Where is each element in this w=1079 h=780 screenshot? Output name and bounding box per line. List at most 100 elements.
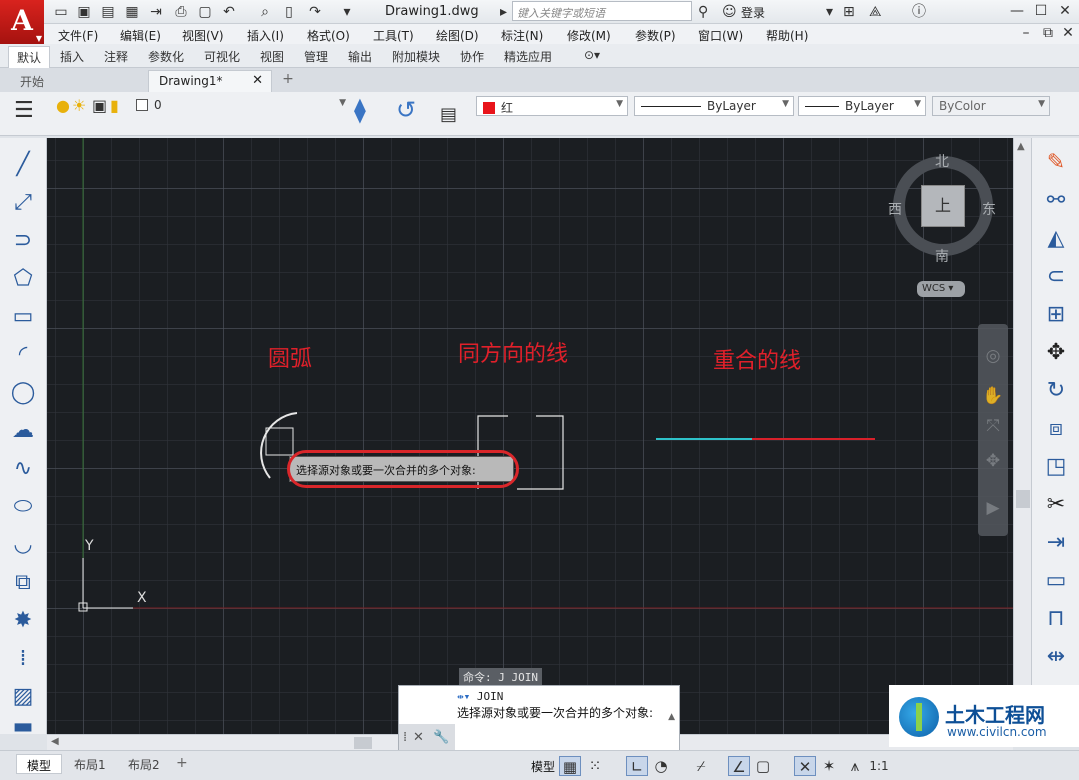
break-at-point-icon[interactable]: ▭: [1038, 564, 1074, 598]
ortho-icon[interactable]: ∟: [626, 756, 648, 776]
minimize-button[interactable]: —: [1006, 2, 1028, 20]
plotstyle-dropdown[interactable]: ByColor ▼: [932, 96, 1050, 116]
tab-default[interactable]: 默认: [8, 46, 51, 68]
snap-icon[interactable]: ⁙: [584, 756, 606, 776]
vertical-scrollbar[interactable]: ▲: [1013, 138, 1031, 734]
tab-drawing1[interactable]: Drawing1* ✕: [148, 70, 272, 92]
scale-icon[interactable]: ⧈: [1038, 412, 1074, 446]
construction-line-icon[interactable]: ⤢: [5, 186, 41, 220]
layer-dropdown[interactable]: 0 ▼: [130, 96, 350, 116]
annotation-scale-icon[interactable]: ⩚: [844, 756, 866, 776]
tab-parametric[interactable]: 参数化: [148, 48, 184, 65]
customize-dropdown-icon[interactable]: ▾: [338, 3, 356, 21]
ribbon-minimize-icon[interactable]: ⊙▾: [584, 48, 600, 62]
tab-layout2[interactable]: 布局2: [118, 754, 170, 774]
tab-collaborate[interactable]: 协作: [460, 48, 484, 65]
tab-start[interactable]: 开始: [10, 70, 140, 92]
rectangle-icon[interactable]: ▭: [5, 300, 41, 334]
stretch-icon[interactable]: ◳: [1038, 450, 1074, 484]
menu-view[interactable]: 视图(V): [182, 27, 224, 44]
redo-icon[interactable]: ↷: [306, 3, 324, 21]
insert-block-icon[interactable]: ⧉: [5, 566, 41, 600]
polyline-icon[interactable]: ⊃: [5, 224, 41, 258]
zoom-extents-icon[interactable]: ⤧: [981, 414, 1005, 438]
print-icon[interactable]: ⎙: [172, 3, 190, 21]
vertical-scroll-thumb[interactable]: [1016, 490, 1030, 508]
add-layout-button[interactable]: +: [176, 755, 188, 771]
annotation-visibility-icon[interactable]: ✕: [794, 756, 816, 776]
doc-close-button[interactable]: ✕: [1057, 24, 1079, 42]
erase-icon[interactable]: ✎: [1038, 146, 1074, 180]
viewcube-east[interactable]: 东: [982, 199, 996, 219]
save-icon[interactable]: ▣: [75, 3, 93, 21]
trim-icon[interactable]: ✂: [1038, 488, 1074, 522]
undo-icon[interactable]: ↶: [220, 3, 238, 21]
menu-dimension[interactable]: 标注(N): [501, 27, 543, 44]
array-icon[interactable]: ⊞: [1038, 298, 1074, 332]
login-dropdown-icon[interactable]: ▾: [826, 3, 833, 21]
menu-modify[interactable]: 修改(M): [567, 27, 611, 44]
tab-addins[interactable]: 附加模块: [392, 48, 440, 65]
login-link[interactable]: 登录: [741, 4, 765, 21]
save-as-icon[interactable]: ▤: [99, 3, 117, 21]
make-current-layer-icon[interactable]: ⧫: [354, 96, 366, 124]
make-block-icon[interactable]: ✸: [5, 604, 41, 638]
close-command-line-icon[interactable]: ✕: [413, 730, 424, 745]
lineweight-dropdown[interactable]: ByLayer ▼: [798, 96, 926, 116]
spline-icon[interactable]: ∿: [5, 452, 41, 486]
object-snap-icon[interactable]: ∠: [728, 756, 750, 776]
tab-layout1[interactable]: 布局1: [64, 754, 116, 774]
binoculars-icon[interactable]: ⚲: [698, 3, 708, 21]
grip-handle-icon[interactable]: ⁞: [403, 730, 407, 745]
scale-readout[interactable]: 1:1: [866, 756, 892, 776]
command-history-arrow-icon[interactable]: ▲: [668, 712, 675, 722]
new-tab-button[interactable]: +: [278, 71, 298, 89]
tab-model[interactable]: 模型: [16, 754, 63, 774]
mirror-icon[interactable]: ◭: [1038, 222, 1074, 256]
command-line-panel[interactable]: ⁞ ✕ 🔧 ⇹▾ JOIN 选择源对象或要一次合并的多个对象: ▲: [398, 685, 680, 752]
maximize-button[interactable]: ☐: [1030, 2, 1052, 20]
tab-view[interactable]: 视图: [260, 48, 284, 65]
user-icon[interactable]: ☺: [722, 3, 737, 21]
polar-icon[interactable]: ◔: [650, 756, 672, 776]
join-icon[interactable]: ⇹: [1038, 640, 1074, 674]
object-snap-tracking-icon[interactable]: ⌿: [690, 756, 712, 776]
menu-file[interactable]: 文件(F): [58, 27, 98, 44]
command-line-prompt[interactable]: 选择源对象或要一次合并的多个对象:: [457, 706, 667, 721]
menu-window[interactable]: 窗口(W): [698, 27, 743, 44]
model-space-label[interactable]: 模型: [531, 758, 555, 775]
color-dropdown[interactable]: 红 ▼: [476, 96, 628, 116]
tab-visualize[interactable]: 可视化: [204, 48, 240, 65]
scroll-left-icon[interactable]: ◀: [51, 736, 59, 747]
previous-layer-icon[interactable]: ↺: [396, 96, 416, 124]
menu-draw[interactable]: 绘图(D): [436, 27, 479, 44]
ellipse-icon[interactable]: ⬭: [5, 490, 41, 524]
menu-parametric[interactable]: 参数(P): [635, 27, 676, 44]
tab-insert[interactable]: 插入: [60, 48, 84, 65]
ellipse-arc-icon[interactable]: ◡: [5, 528, 41, 562]
doc-restore-button[interactable]: ⧉: [1037, 24, 1059, 42]
line-icon[interactable]: ╱: [5, 148, 41, 182]
polygon-icon[interactable]: ⬠: [5, 262, 41, 296]
offset-icon[interactable]: ⊂: [1038, 260, 1074, 294]
search-input[interactable]: 键入关键字或短语: [512, 1, 692, 21]
close-tab-icon[interactable]: ✕: [252, 73, 263, 88]
steering-wheel-icon[interactable]: ◎: [981, 344, 1005, 368]
cloud-icon[interactable]: ▦: [123, 3, 141, 21]
open-folder-icon[interactable]: ▭: [52, 3, 70, 21]
menu-edit[interactable]: 编辑(E): [120, 27, 161, 44]
document-icon[interactable]: ▯: [280, 3, 298, 21]
layer-properties-icon[interactable]: ☰: [14, 98, 34, 123]
break-icon[interactable]: ⊓: [1038, 602, 1074, 636]
tab-manage[interactable]: 管理: [304, 48, 328, 65]
horizontal-scroll-thumb[interactable]: [354, 737, 372, 749]
doc-minimize-button[interactable]: –: [1015, 24, 1037, 42]
close-button[interactable]: ✕: [1054, 2, 1076, 20]
extend-icon[interactable]: ⇥: [1038, 526, 1074, 560]
share-icon[interactable]: ⇥: [147, 3, 165, 21]
menu-help[interactable]: 帮助(H): [766, 27, 808, 44]
tab-output[interactable]: 输出: [348, 48, 372, 65]
menu-format[interactable]: 格式(O): [307, 27, 350, 44]
rotate-icon[interactable]: ↻: [1038, 374, 1074, 408]
help-icon[interactable]: ⓘ: [912, 3, 926, 21]
